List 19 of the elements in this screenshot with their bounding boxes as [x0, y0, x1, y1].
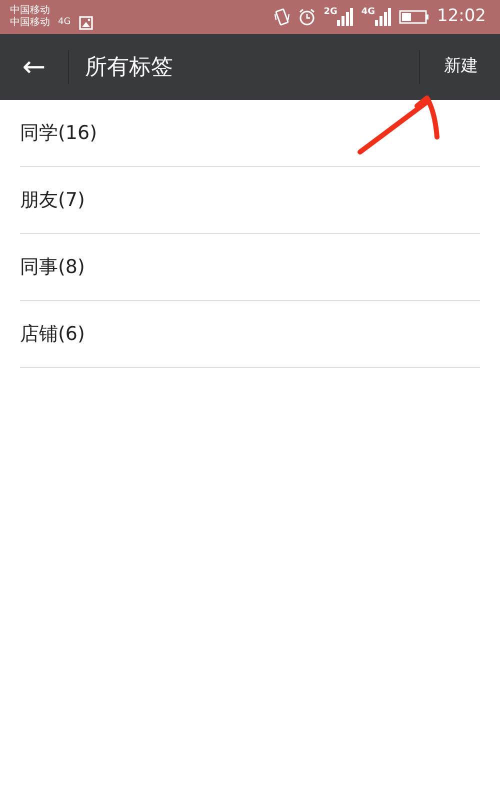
signal-icon: [375, 8, 391, 26]
carrier-name: 中国移动: [10, 4, 50, 16]
network-type: 4G: [58, 16, 71, 29]
network-type: 4G: [361, 8, 375, 17]
status-time: 12:02: [437, 5, 486, 28]
back-button[interactable]: ←: [0, 34, 68, 100]
tag-item[interactable]: 同学(16): [20, 100, 480, 167]
image-icon: [78, 16, 93, 30]
tag-item[interactable]: 同事(8): [20, 234, 480, 301]
carrier-name: 中国移动: [10, 17, 50, 28]
signal-icon: [337, 8, 354, 26]
tag-item[interactable]: 朋友(7): [20, 167, 480, 234]
page-title: 所有标签: [84, 54, 173, 82]
tag-item[interactable]: 店铺(6): [20, 301, 480, 368]
vibrate-icon: [274, 8, 290, 26]
battery-icon: [399, 10, 429, 24]
network-type: 2G: [324, 8, 338, 17]
new-tag-button[interactable]: 新建: [420, 34, 500, 100]
alarm-icon: [298, 8, 316, 26]
